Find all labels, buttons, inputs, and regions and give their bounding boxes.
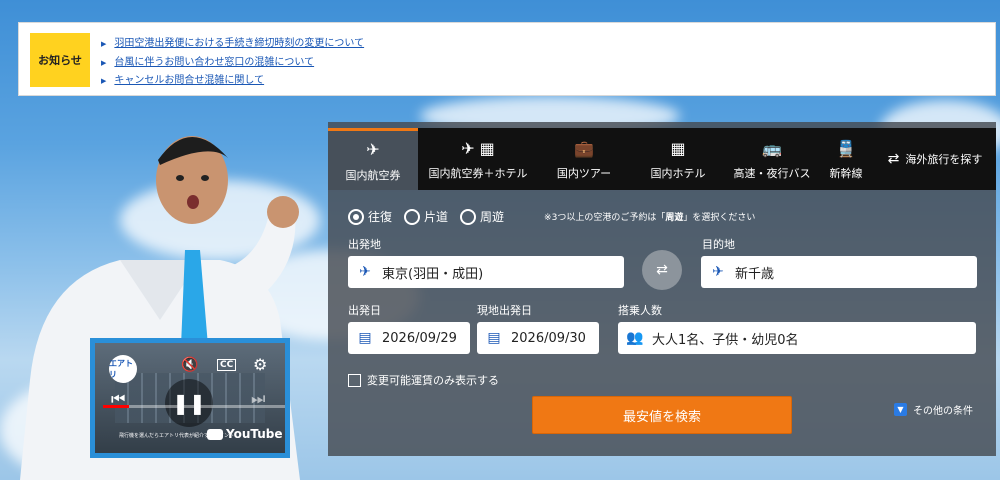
- notice-item: ▶ キャンセルお問合せ混雑に関して: [101, 72, 364, 91]
- notice-list: ▶ 羽田空港出発便における手続き締切時刻の変更について ▶ 台風に伴うお問い合わせ窓…: [101, 35, 364, 91]
- tab-label: 国内ホテル: [650, 167, 706, 180]
- triangle-right-icon: ▶: [101, 40, 107, 48]
- chevron-down-icon: ▼: [894, 403, 907, 416]
- progress-track[interactable]: [103, 405, 285, 408]
- note-bold: 周遊: [665, 213, 684, 223]
- gear-icon[interactable]: ⚙: [253, 355, 267, 374]
- departure-value: 東京(羽田・成田): [382, 266, 484, 282]
- train-icon: 🚆: [836, 138, 856, 158]
- departure-date-field[interactable]: ▤ 2026/09/29: [348, 322, 470, 354]
- checkbox[interactable]: [348, 373, 361, 387]
- youtube-play-icon: [207, 428, 223, 440]
- search-lowest-price-button[interactable]: 最安値を検索: [532, 396, 792, 434]
- notice-link[interactable]: 羽田空港出発便における手続き締切時刻の変更について: [114, 35, 364, 54]
- passengers-label: 搭乗人数: [618, 304, 662, 317]
- suitcase-icon: 💼: [574, 138, 594, 158]
- date-value: 2026/09/29: [382, 330, 457, 346]
- destination-field[interactable]: ✈ 新千歳: [701, 256, 977, 288]
- tab-bus[interactable]: 🚌 高速・夜行バス: [726, 128, 818, 190]
- tab-shinkansen[interactable]: 🚆 新幹線: [818, 128, 874, 190]
- notice-badge: お知らせ: [30, 33, 90, 87]
- notice-item: ▶ 羽田空港出発便における手続き締切時刻の変更について: [101, 35, 364, 54]
- tab-label: 国内航空券＋ホテル: [428, 167, 528, 180]
- changeable-fare-checkbox[interactable]: 変更可能運賃のみ表示する: [348, 372, 499, 388]
- local-date-label: 現地出発日: [477, 304, 532, 317]
- trip-type-group: 往復 片道 周遊 ※3つ以上の空港のご予約は「周遊」を選択ください: [348, 208, 755, 225]
- more-conditions-label: その他の条件: [913, 406, 973, 417]
- local-date-value: 2026/09/30: [511, 330, 586, 346]
- radio-label: 周遊: [480, 210, 505, 224]
- date-label: 出発日: [348, 304, 381, 317]
- notice-link[interactable]: 台風に伴うお問い合わせ窓口の混雑について: [114, 54, 314, 73]
- tab-label: 新幹線: [829, 167, 863, 180]
- radio-label: 片道: [424, 210, 449, 224]
- local-departure-date-field[interactable]: ▤ 2026/09/30: [477, 322, 599, 354]
- radio-button[interactable]: [460, 208, 477, 225]
- swap-button[interactable]: ⇄: [642, 250, 682, 290]
- pause-button[interactable]: ❚❚: [165, 379, 213, 427]
- search-panel: ✈ 国内航空券 ✈ ▦ 国内航空券＋ホテル 💼 国内ツアー ▦ 国内ホテル 🚌 …: [328, 122, 996, 456]
- progress-fill: [103, 405, 129, 408]
- swap-arrows-icon: ⇄: [887, 151, 900, 167]
- tab-bar: ✈ 国内航空券 ✈ ▦ 国内航空券＋ホテル 💼 国内ツアー ▦ 国内ホテル 🚌 …: [328, 128, 996, 190]
- tab-domestic-tour[interactable]: 💼 国内ツアー: [538, 128, 630, 190]
- passengers-field[interactable]: 👥 大人1名、子供・幼児0名: [618, 322, 976, 354]
- radio-multi-city[interactable]: 周遊: [460, 208, 504, 225]
- destination-value: 新千歳: [735, 266, 775, 282]
- departure-field[interactable]: ✈ 東京(羽田・成田): [348, 256, 624, 288]
- people-icon: 👥: [626, 330, 644, 346]
- cc-icon[interactable]: CC: [217, 359, 237, 371]
- more-conditions-toggle[interactable]: ▼ その他の条件: [894, 402, 973, 417]
- tab-domestic-hotel[interactable]: ▦ 国内ホテル: [630, 128, 726, 190]
- departure-label: 出発地: [348, 238, 381, 251]
- notice-link[interactable]: キャンセルお問合せ混雑に関して: [114, 72, 264, 91]
- takeoff-icon: ✈: [359, 264, 371, 280]
- triangle-right-icon: ▶: [101, 77, 107, 85]
- radio-button[interactable]: [348, 208, 364, 225]
- multi-city-note: ※3つ以上の空港のご予約は「周遊」を選択ください: [544, 210, 755, 223]
- hotel-icon: ▦: [670, 138, 686, 158]
- radio-round-trip[interactable]: 往復: [348, 208, 392, 225]
- video-player[interactable]: エアトリ 🔇 CC ⚙ ⏮ ❚❚ ⏭ 飛行機を選んだらエアトリ代表が紹介するポイ…: [90, 338, 290, 458]
- bus-icon: 🚌: [762, 138, 782, 158]
- youtube-label: YouTube: [226, 427, 283, 441]
- calendar-icon: ▤: [358, 330, 372, 346]
- destination-label: 目的地: [702, 238, 735, 251]
- plane-hotel-icon: ✈ ▦: [461, 138, 495, 158]
- mute-icon[interactable]: 🔇: [181, 357, 198, 373]
- passengers-value: 大人1名、子供・幼児0名: [652, 332, 799, 348]
- radio-button[interactable]: [404, 208, 421, 225]
- tab-air-hotel[interactable]: ✈ ▦ 国内航空券＋ホテル: [418, 128, 538, 190]
- tab-label: 国内ツアー: [556, 167, 612, 180]
- radio-one-way[interactable]: 片道: [404, 208, 448, 225]
- channel-avatar: エアトリ: [109, 355, 137, 383]
- overseas-label: 海外旅行を探す: [905, 153, 983, 166]
- calendar-icon: ▤: [487, 330, 501, 346]
- tab-label: 高速・夜行バス: [733, 167, 811, 180]
- youtube-logo[interactable]: YouTube: [207, 427, 283, 441]
- triangle-right-icon: ▶: [101, 58, 107, 67]
- tab-domestic-air[interactable]: ✈ 国内航空券: [328, 128, 418, 190]
- note-text: 」を選択ください: [683, 213, 756, 223]
- checkbox-label: 変更可能運賃のみ表示する: [367, 374, 499, 387]
- overseas-link[interactable]: ⇄ 海外旅行を探す: [874, 128, 996, 190]
- swap-arrows-icon: ⇄: [656, 262, 668, 278]
- plane-icon: ✈: [366, 140, 380, 159]
- note-text: ※3つ以上の空港のご予約は「: [544, 213, 666, 223]
- notice-bar: お知らせ ▶ 羽田空港出発便における手続き締切時刻の変更について ▶ 台風に伴うお問…: [18, 22, 996, 96]
- radio-label: 往復: [368, 210, 393, 224]
- tab-label: 国内航空券: [345, 168, 401, 182]
- notice-item: ▶ 台風に伴うお問い合わせ窓口の混雑について: [101, 54, 364, 73]
- landing-icon: ✈: [712, 264, 724, 280]
